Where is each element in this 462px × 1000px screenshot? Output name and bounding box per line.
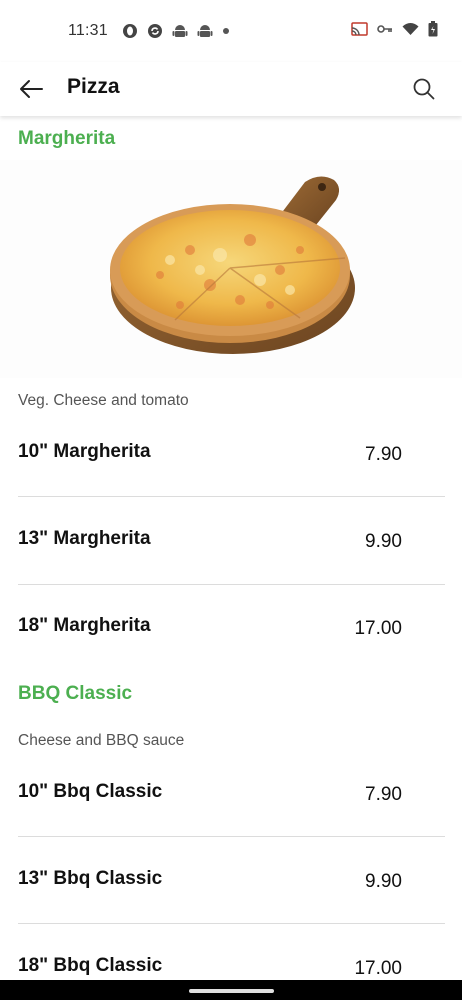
item-price: 7.90: [365, 444, 402, 465]
divider: [18, 923, 445, 924]
item-name[interactable]: 13" Bbq Classic: [18, 868, 162, 890]
item-name[interactable]: 10" Margherita: [18, 441, 151, 463]
item-price: 9.90: [365, 531, 402, 552]
item-price: 7.90: [365, 784, 402, 805]
opera-icon: [122, 23, 138, 39]
category-title: BBQ Classic: [18, 683, 133, 704]
status-time: 11:31: [68, 22, 108, 39]
android-icon: [197, 23, 213, 39]
category-title: Margherita: [18, 128, 116, 149]
home-gesture-handle[interactable]: [189, 989, 274, 993]
navigation-bar: [0, 980, 462, 1000]
search-icon[interactable]: [412, 77, 436, 101]
vpn-key-icon: [377, 22, 393, 40]
category-description: Cheese and BBQ sauce: [18, 732, 185, 749]
item-price: 17.00: [354, 958, 402, 979]
item-name[interactable]: 13" Margherita: [18, 528, 151, 550]
dot-icon: [222, 27, 230, 35]
status-right: [351, 20, 438, 42]
status-bar: 11:31: [0, 0, 462, 62]
android-icon: [172, 23, 188, 39]
item-price: 17.00: [354, 618, 402, 639]
app-bar: Pizza: [0, 62, 462, 116]
divider: [18, 584, 445, 585]
cast-icon: [351, 21, 368, 41]
arrow-left-icon[interactable]: [18, 77, 44, 101]
category-description: Veg. Cheese and tomato: [18, 392, 189, 409]
sync-icon: [147, 23, 163, 39]
divider: [18, 496, 445, 497]
battery-icon: [428, 20, 438, 42]
item-name[interactable]: 18" Margherita: [18, 615, 151, 637]
divider: [18, 836, 445, 837]
item-name[interactable]: 18" Bbq Classic: [18, 955, 162, 977]
item-name[interactable]: 10" Bbq Classic: [18, 781, 162, 803]
page-title: Pizza: [67, 75, 120, 98]
item-price: 9.90: [365, 871, 402, 892]
pizza-image: [0, 160, 462, 378]
wifi-icon: [402, 22, 419, 41]
